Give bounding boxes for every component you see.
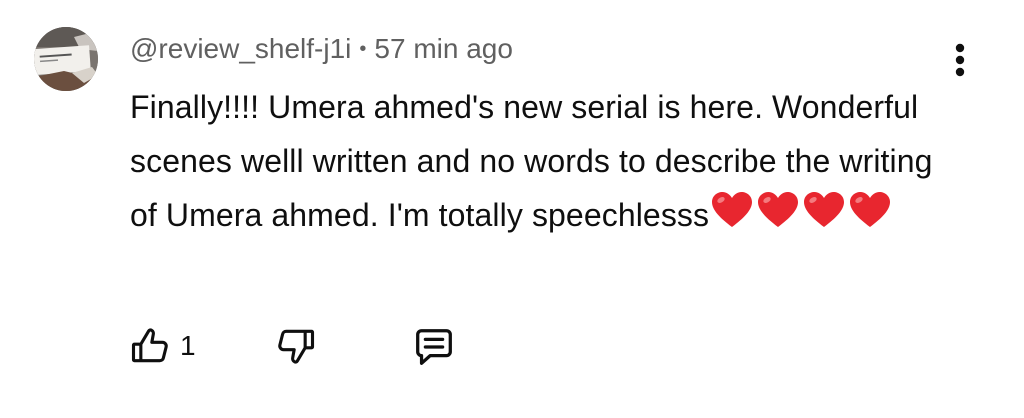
like-count: 1 xyxy=(180,330,196,361)
more-options-button[interactable] xyxy=(940,38,980,82)
comment-text: Finally!!!! Umera ahmed's new serial is … xyxy=(130,80,950,242)
comment-actions: 1 xyxy=(128,324,628,374)
heart-emoji-icon xyxy=(758,192,799,227)
more-vertical-icon xyxy=(955,43,965,77)
header-separator: • xyxy=(359,37,367,60)
like-button[interactable]: 1 xyxy=(128,324,196,368)
comment-header: @review_shelf-j1i • 57 min ago xyxy=(130,29,513,69)
comment-reply-icon xyxy=(416,329,452,365)
dislike-button[interactable] xyxy=(274,324,318,368)
heart-emoji-icon xyxy=(850,192,891,227)
reply-button[interactable] xyxy=(411,324,457,370)
avatar-image xyxy=(34,27,98,91)
comment-timestamp[interactable]: 57 min ago xyxy=(374,33,513,65)
thumbs-up-icon xyxy=(131,328,168,363)
heart-emoji-icon xyxy=(804,192,845,227)
comment-item: @review_shelf-j1i • 57 min ago Finally!!… xyxy=(0,0,1024,418)
heart-emojis xyxy=(710,191,894,229)
thumbs-down-icon xyxy=(278,329,315,364)
avatar[interactable] xyxy=(34,27,98,91)
author-name[interactable]: @review_shelf-j1i xyxy=(130,33,351,65)
heart-emoji-icon xyxy=(712,192,753,227)
